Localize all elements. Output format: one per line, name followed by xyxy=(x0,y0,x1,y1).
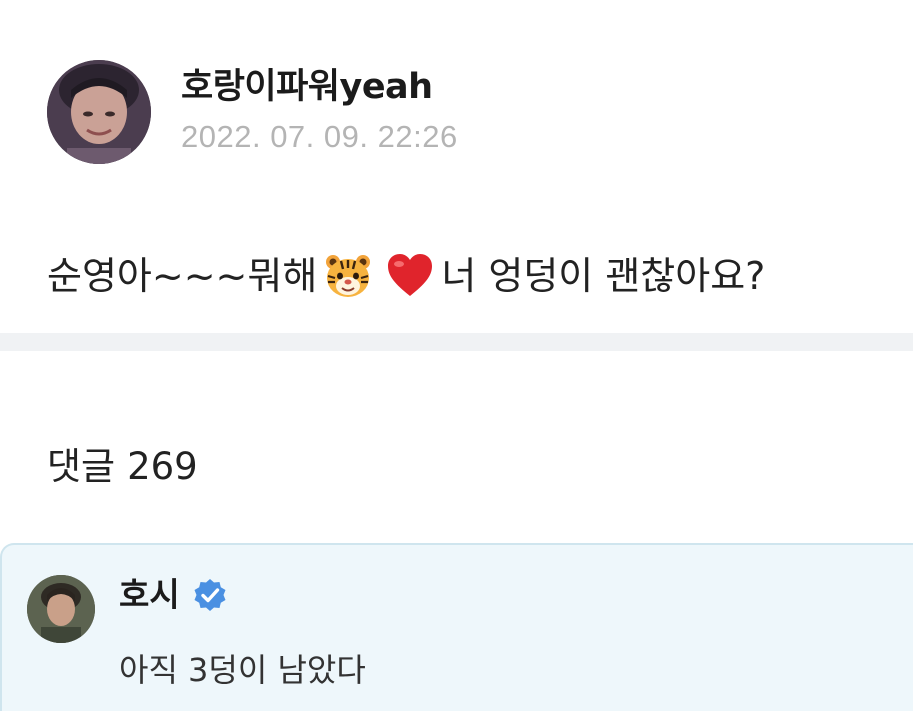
avatar-photo-icon xyxy=(27,575,95,643)
post-date: 2022. 07. 09. 22:26 xyxy=(181,119,458,154)
commenter-avatar[interactable] xyxy=(27,575,95,643)
post-text-start: 순영아~~~뭐해 xyxy=(47,254,318,298)
section-divider xyxy=(0,333,913,351)
commenter-name[interactable]: 호시 xyxy=(119,573,180,617)
post-header: 호랑이파워yeah 2022. 07. 09. 22:26 xyxy=(47,60,458,164)
comment-item[interactable]: 호시 아직 3덩이 남았다 xyxy=(0,543,913,711)
comments-header: 댓글 269 xyxy=(47,444,198,490)
post-content: 순영아~~~뭐해 너 엉덩이 괜찮아요? xyxy=(47,246,765,306)
commenter-name-row: 호시 xyxy=(119,573,228,617)
verified-badge-icon xyxy=(192,577,228,613)
comment-text: 아직 3덩이 남았다 xyxy=(119,651,366,689)
post-text-end: 너 엉덩이 괜찮아요? xyxy=(441,254,766,298)
comments-count: 269 xyxy=(127,445,198,488)
tiger-face-icon xyxy=(321,249,375,303)
author-avatar[interactable] xyxy=(47,60,151,164)
author-info: 호랑이파워yeah 2022. 07. 09. 22:26 xyxy=(181,65,458,155)
avatar-photo-icon xyxy=(47,60,151,164)
post-page: 호랑이파워yeah 2022. 07. 09. 22:26 순영아~~~뭐해 너… xyxy=(0,0,913,711)
author-name[interactable]: 호랑이파워yeah xyxy=(181,65,458,109)
red-heart-icon xyxy=(383,249,437,303)
comments-label: 댓글 xyxy=(47,445,116,488)
